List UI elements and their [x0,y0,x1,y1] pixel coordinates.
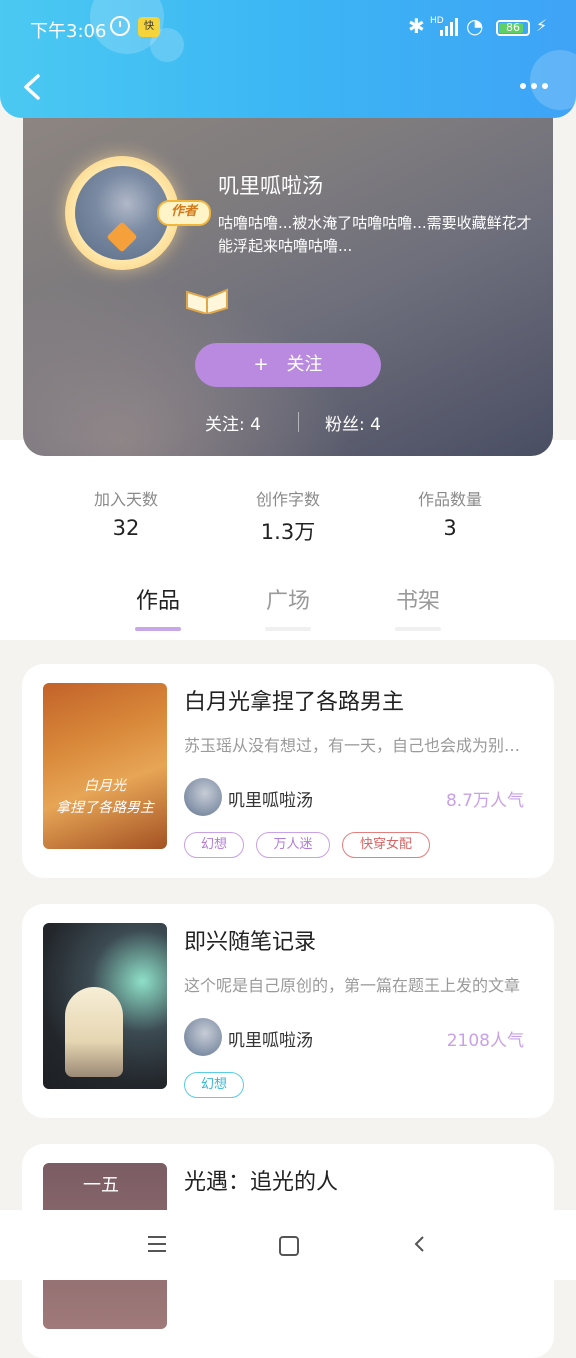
profile-card: 作者 叽里呱啦汤 咕噜咕噜...被水淹了咕噜咕噜...需要收藏鲜花才能浮起来咕噜… [23,100,553,456]
system-nav-bar [0,1210,576,1280]
tab-indicator [265,627,311,631]
signal-icon [440,18,460,36]
stat-value: 1.3万 [260,520,316,544]
avatar [184,1018,222,1056]
chevron-left-icon [24,74,40,100]
book-popularity: 2108人气 [446,1031,524,1051]
more-dot-icon [542,83,548,89]
tab-label: 书架 [395,589,440,614]
home-icon[interactable] [279,1236,299,1256]
cover-figure [65,987,123,1077]
cover-title: 一五 [83,1175,119,1196]
back-button[interactable] [18,70,48,104]
more-dot-icon [520,83,526,89]
status-time: 下午3:06 [30,21,107,42]
user-bio: 咕噜咕噜...被水淹了咕噜咕噜...需要收藏鲜花才能浮起来咕噜咕噜... [218,214,532,255]
battery-icon: 86 [496,20,530,36]
book-description: 这个呢是自己原创的，第一篇在题王上发的文章 [184,976,521,995]
status-bar: 下午3:06 快 ✱ HD ◔ 86 ⚡ [0,0,576,56]
book-author: 叽里呱啦汤 [228,1031,313,1051]
tab-indicator [135,627,181,631]
cover-title-line: 白月光 [84,778,126,794]
book-cover[interactable]: 白月光 拿捏了各路男主 [43,683,167,849]
tab-plaza[interactable]: 广场 [248,583,328,631]
stat-word-count: 创作字数 1.3万 [208,486,368,546]
more-dot-icon [531,83,537,89]
stat-label: 作品数量 [417,490,482,509]
book-card[interactable]: 即兴随笔记录 这个呢是自己原创的，第一篇在题王上发的文章 叽里呱啦汤 2108人… [22,904,554,1118]
stat-label: 加入天数 [93,490,158,509]
genre-tag[interactable]: 幻想 [184,832,244,858]
back-icon[interactable] [410,1234,430,1254]
wifi-icon: ◔ [466,14,484,38]
book-author: 叽里呱啦汤 [228,791,313,811]
book-cover[interactable] [43,923,167,1089]
author-badge: 作者 [157,200,211,226]
stat-value: 3 [443,516,457,540]
tab-label: 作品 [135,589,180,614]
tab-indicator [395,627,441,631]
tab-label: 广场 [265,589,310,614]
book-popularity: 8.7万人气 [445,791,524,811]
menu-icon[interactable] [148,1236,166,1252]
stat-join-days: 加入天数 32 [46,486,206,540]
author-avatar-frame[interactable]: 作者 [65,156,228,314]
username: 叽里呱啦汤 [218,174,323,198]
book-card[interactable]: 白月光 拿捏了各路男主 白月光拿捏了各路男主 苏玉瑶从没有想过，有一天，自己也会… [22,664,554,878]
following-count[interactable]: 关注: 4 [205,410,261,435]
cover-title: 白月光 拿捏了各路男主 [43,775,167,819]
app-notification-icon: 快 [138,17,160,37]
charging-icon: ⚡ [536,16,548,35]
book-title: 白月光拿捏了各路男主 [184,690,405,715]
plus-icon: + [253,354,269,375]
divider [298,412,299,432]
genre-tag[interactable]: 万人迷 [256,832,330,858]
stat-value: 32 [112,516,140,540]
author-stats: 加入天数 32 创作字数 1.3万 作品数量 3 [46,456,530,566]
more-options-button[interactable] [516,76,552,96]
tab-works[interactable]: 作品 [118,583,198,631]
follow-button[interactable]: + 关注 [195,343,381,387]
book-description: 苏玉瑶从没有想过，有一天，自己也会成为别人的白月光 [184,736,534,755]
fans-count[interactable]: 粉丝: 4 [325,410,381,435]
book-title: 即兴随笔记录 [184,930,317,955]
stat-works-count: 作品数量 3 [370,486,530,540]
battery-level: 86 [506,21,520,34]
follow-button-label: 关注 [286,354,323,375]
stat-label: 创作字数 [255,490,320,509]
book-icon [186,288,228,314]
genre-tag[interactable]: 快穿女配 [342,832,430,858]
alarm-icon [110,16,130,36]
bluetooth-icon: ✱ [408,14,425,38]
app-header: 下午3:06 快 ✱ HD ◔ 86 ⚡ [0,0,576,118]
book-title: 光遇：追光的人 [184,1170,339,1195]
cover-title-line: 拿捏了各路男主 [56,800,154,816]
follow-counts: 关注: 4 粉丝: 4 [23,410,553,435]
genre-tag[interactable]: 幻想 [184,1072,244,1098]
tab-bookshelf[interactable]: 书架 [378,583,458,631]
avatar [184,778,222,816]
